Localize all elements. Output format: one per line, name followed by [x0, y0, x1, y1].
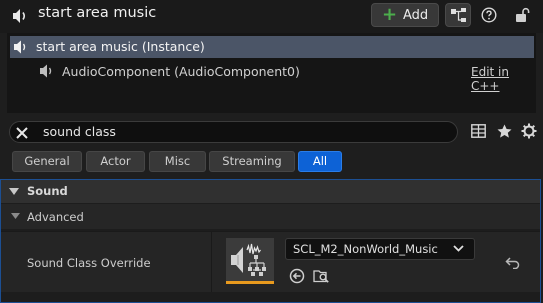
edit-in-cpp-link[interactable]: Edit in C++: [471, 65, 536, 93]
subcategory-header-advanced[interactable]: Advanced: [1, 204, 540, 229]
details-panel: Sound Advanced Sound Class Override SCL_…: [0, 179, 541, 303]
column-divider[interactable]: [211, 232, 212, 292]
title-bar: start area music + Add: [0, 0, 543, 33]
lock-icon[interactable]: [514, 7, 530, 23]
clear-icon[interactable]: [14, 125, 30, 141]
tab-actor[interactable]: Actor: [86, 151, 145, 172]
search-value: sound class: [43, 124, 116, 139]
actor-title: start area music: [38, 5, 157, 21]
speaker-icon: [13, 40, 31, 54]
search-input[interactable]: sound class: [9, 121, 458, 143]
category-header-sound[interactable]: Sound: [1, 180, 540, 203]
tree-item-instance[interactable]: start area music (Instance): [10, 36, 534, 58]
tab-general[interactable]: General: [12, 151, 82, 172]
sound-class-icon: [228, 241, 272, 279]
hierarchy-view-button[interactable]: [445, 3, 471, 27]
components-tree: start area music (Instance) AudioCompone…: [7, 33, 536, 113]
plus-icon: +: [382, 4, 398, 25]
add-component-button[interactable]: + Add: [371, 3, 439, 27]
tree-item-audio-component[interactable]: AudioComponent (AudioComponent0) Edit in…: [7, 60, 536, 93]
tab-all[interactable]: All: [298, 151, 342, 172]
browse-icon[interactable]: [313, 268, 330, 284]
tab-misc[interactable]: Misc: [149, 151, 206, 172]
speaker-icon: [39, 64, 57, 78]
table-view-icon[interactable]: [471, 124, 486, 138]
instance-label: start area music (Instance): [36, 39, 205, 54]
asset-picker-combo[interactable]: SCL_M2_NonWorld_Music: [285, 238, 475, 260]
audio-component-label: AudioComponent (AudioComponent0): [62, 64, 300, 79]
category-label: Sound: [27, 184, 68, 198]
property-row-sound-class-override: Sound Class Override SCL_M2_NonWorld_Mus…: [1, 231, 540, 292]
expand-arrow-icon: [11, 213, 20, 219]
property-label: Sound Class Override: [27, 256, 151, 270]
chevron-down-icon: [453, 245, 464, 252]
expand-arrow-icon: [9, 188, 19, 195]
add-label: Add: [403, 8, 429, 23]
favorites-icon[interactable]: [497, 124, 512, 139]
settings-icon[interactable]: [521, 123, 537, 139]
speaker-icon: [12, 8, 30, 24]
subcategory-label: Advanced: [27, 210, 84, 224]
reset-to-default-icon[interactable]: [505, 256, 520, 269]
hierarchy-icon: [451, 8, 467, 23]
tab-streaming[interactable]: Streaming: [209, 151, 295, 172]
asset-name: SCL_M2_NonWorld_Music: [293, 242, 438, 256]
use-selected-icon[interactable]: [289, 268, 305, 284]
asset-thumbnail[interactable]: [226, 238, 274, 284]
help-icon[interactable]: [481, 7, 497, 23]
